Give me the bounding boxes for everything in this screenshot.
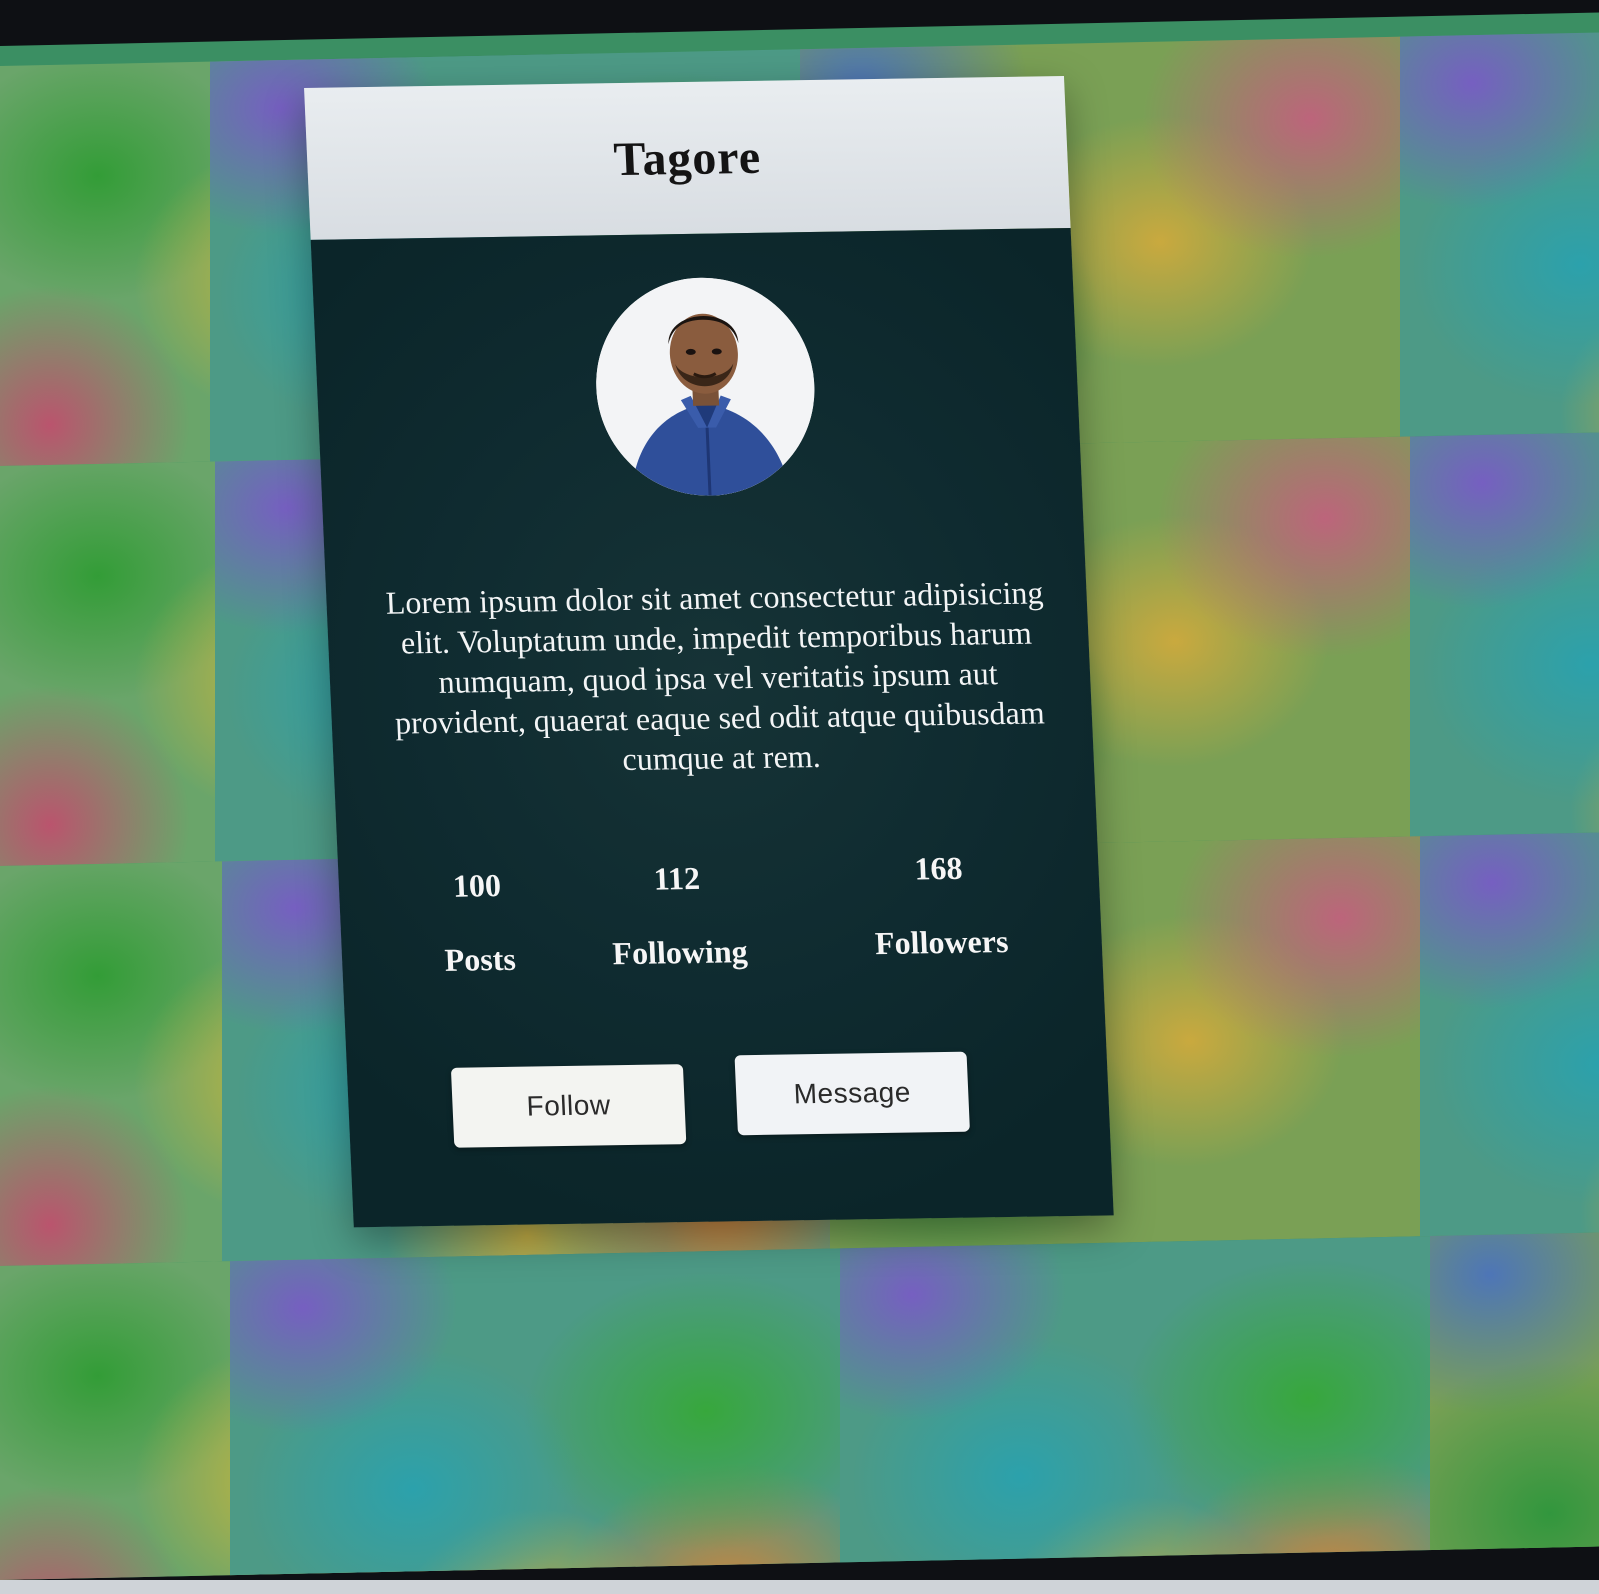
follow-button[interactable]: Follow [450, 1064, 687, 1148]
background-tile [1410, 423, 1599, 837]
stat-followers: 168 Followers [828, 846, 1053, 963]
stat-value: 100 [452, 866, 502, 904]
stat-following: 112 Following [566, 856, 791, 973]
profile-bio: Lorem ipsum dolor sit amet consectetur a… [384, 574, 1046, 778]
background-tile [1430, 1223, 1599, 1580]
person-photo-icon [591, 276, 820, 498]
stat-value: 168 [913, 849, 964, 887]
profile-name: Tagore [612, 130, 763, 186]
stat-label: Following [611, 933, 749, 972]
stat-label: Posts [443, 940, 517, 978]
stat-label: Followers [874, 923, 1010, 962]
background-tile [230, 1248, 840, 1580]
profile-card: Tagore Lorem ipsum dolor sit amet consec… [304, 76, 1114, 1228]
stat-value: 112 [652, 859, 701, 897]
background-tile [1400, 24, 1599, 437]
background-tile [1420, 823, 1599, 1237]
screen-bottom-edge [0, 1580, 1599, 1594]
message-button[interactable]: Message [734, 1051, 970, 1136]
stat-posts: 100 Posts [366, 864, 591, 981]
background-tile [840, 1235, 1440, 1580]
card-body: Lorem ipsum dolor sit amet consectetur a… [310, 227, 1114, 1228]
card-header: Tagore [304, 76, 1071, 240]
avatar [591, 276, 820, 498]
